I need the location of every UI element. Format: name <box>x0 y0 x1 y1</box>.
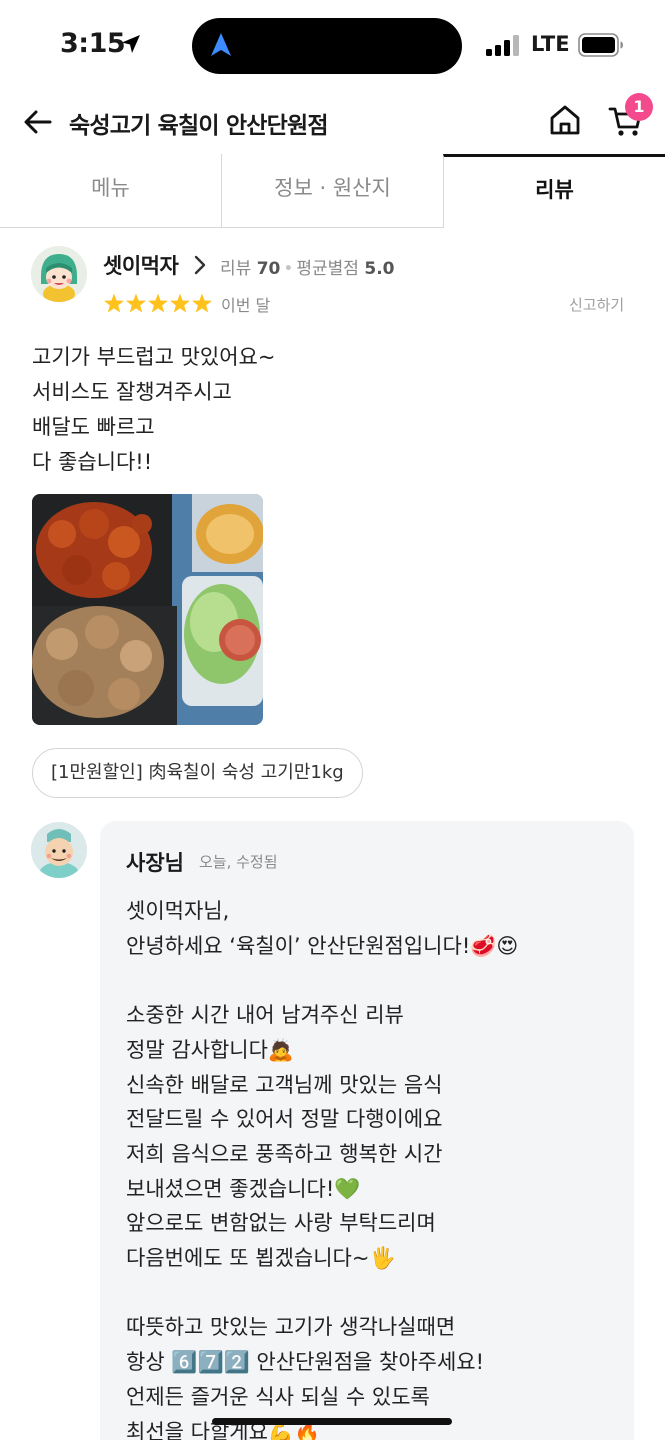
star-icon <box>104 293 124 313</box>
signal-icon <box>486 34 520 56</box>
separator-dot: • <box>283 259 294 279</box>
owner-avatar <box>31 822 87 878</box>
dynamic-island <box>192 18 462 74</box>
food-photo-image <box>32 494 263 725</box>
review-date: 이번 달 <box>221 296 271 315</box>
page-title: 숙성고기 육칠이 안산단원점 <box>69 113 329 139</box>
status-bar: 3:15 LTE <box>0 0 665 92</box>
review-photo[interactable] <box>32 494 263 725</box>
chevron-right-icon[interactable] <box>193 255 207 275</box>
tab-info-origin[interactable]: 정보 · 원산지 <box>222 154 443 228</box>
report-button[interactable]: 신고하기 <box>569 294 624 315</box>
tab-bar: 메뉴 정보 · 원산지 리뷰 <box>0 154 665 228</box>
tab-review[interactable]: 리뷰 <box>443 154 665 228</box>
avg-rating: 5.0 <box>364 259 395 279</box>
review-count: 70 <box>256 259 281 279</box>
navigation-icon <box>211 33 231 56</box>
ordered-menu-chip[interactable]: [1만원할인] 肉육칠이 숙성 고기만1kg <box>32 748 363 798</box>
location-arrow-icon <box>122 35 140 53</box>
review-text-line: 배달도 빠르고 <box>32 415 155 439</box>
star-icon <box>192 293 212 313</box>
reviewer-stats: 리뷰 70 • 평균별점 5.0 <box>220 254 394 279</box>
avg-rating-label: 평균별점 <box>296 259 359 279</box>
cart-count-badge: 1 <box>625 93 653 121</box>
review-text-line: 서비스도 잘챙겨주시고 <box>32 380 232 404</box>
tab-menu[interactable]: 메뉴 <box>0 154 222 228</box>
header: 숙성고기 육칠이 안산단원점 <box>0 92 665 154</box>
network-label: LTE <box>531 32 570 56</box>
star-icon <box>148 293 168 313</box>
star-rating <box>104 293 212 313</box>
review-text-line: 다 좋습니다!! <box>32 450 153 474</box>
owner-reply-text: 셋이먹자님, 안녕하세요 ‘육칠이’ 안산단원점입니다!🥩😍 소중한 시간 내어… <box>126 899 519 1440</box>
reviewer-avatar-image <box>31 246 87 302</box>
star-icon <box>170 293 190 313</box>
home-indicator <box>212 1418 452 1425</box>
review-text: 고기가 부드럽고 맛있어요~ 서비스도 잘챙겨주시고 배달도 빠르고 다 좋습니… <box>32 340 275 480</box>
reviewer-avatar[interactable] <box>31 246 87 302</box>
review-count-label: 리뷰 <box>220 259 252 279</box>
owner-name: 사장님 <box>126 851 184 875</box>
reviewer-name[interactable]: 셋이먹자 <box>103 250 179 280</box>
status-time: 3:15 <box>60 28 126 59</box>
owner-avatar-image <box>31 822 87 878</box>
star-icon <box>126 293 146 313</box>
battery-icon <box>578 33 623 57</box>
owner-reply-meta: 오늘, 수정됨 <box>199 853 278 871</box>
review-text-line: 고기가 부드럽고 맛있어요~ <box>32 345 276 369</box>
home-icon[interactable] <box>548 103 582 137</box>
back-arrow-icon[interactable] <box>22 106 54 138</box>
